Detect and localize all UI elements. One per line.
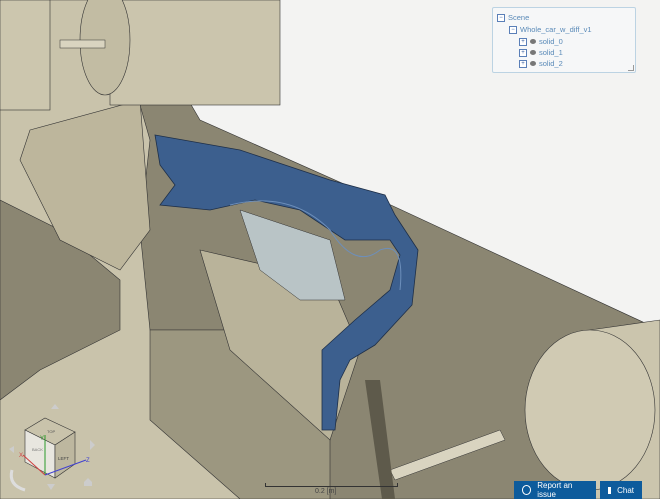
face-top-label: TOP xyxy=(47,429,55,434)
right-cylinder-end xyxy=(524,329,656,491)
eye-icon[interactable] xyxy=(530,61,536,66)
z-label: Z xyxy=(86,458,90,464)
axle xyxy=(59,39,106,49)
tree-node-solid-2[interactable]: + solid_2 xyxy=(519,59,563,68)
tree-label: solid_2 xyxy=(539,59,563,68)
tree-label: solid_0 xyxy=(539,37,563,46)
tree-node-solid-1[interactable]: + solid_1 xyxy=(519,48,563,57)
report-issue-button[interactable]: Report an issue xyxy=(514,481,596,499)
tree-node-model[interactable]: − Whole_car_w_diff_v1 xyxy=(509,25,592,34)
eye-icon[interactable] xyxy=(530,50,536,55)
chat-label: Chat xyxy=(617,485,634,495)
face-back-label: BACK xyxy=(32,447,43,452)
tree-label: solid_1 xyxy=(539,48,563,57)
expand-icon[interactable]: + xyxy=(519,37,527,46)
face-left-label: LEFT xyxy=(58,456,69,461)
tree-label: Whole_car_w_diff_v1 xyxy=(520,25,592,34)
chat-icon xyxy=(608,486,612,494)
collapse-icon[interactable]: − xyxy=(509,25,517,34)
top-cylinder xyxy=(109,0,281,106)
collapse-icon[interactable]: − xyxy=(497,13,505,22)
scale-bar-label: 0.2 [m] xyxy=(315,488,337,495)
resize-handle[interactable] xyxy=(628,65,634,71)
tree-label: Scene xyxy=(508,13,530,22)
support-icon xyxy=(522,485,532,495)
chat-button[interactable]: Chat xyxy=(600,481,642,499)
report-issue-label: Report an issue xyxy=(537,481,573,499)
expand-icon[interactable]: + xyxy=(519,59,527,68)
expand-icon[interactable]: + xyxy=(519,48,527,57)
x-label: X xyxy=(19,453,23,459)
scale-bar xyxy=(265,483,398,487)
eye-icon[interactable] xyxy=(530,39,536,44)
y-label: Y xyxy=(40,436,44,442)
scene-tree-panel: − Scene − Whole_car_w_diff_v1 + solid_0 … xyxy=(492,7,636,73)
3d-viewport[interactable]: Y X Z LEFT BACK TOP xyxy=(0,0,660,499)
left-cylinder xyxy=(0,0,51,111)
tree-node-scene[interactable]: − Scene xyxy=(497,13,529,22)
tree-node-solid-0[interactable]: + solid_0 xyxy=(519,37,563,46)
